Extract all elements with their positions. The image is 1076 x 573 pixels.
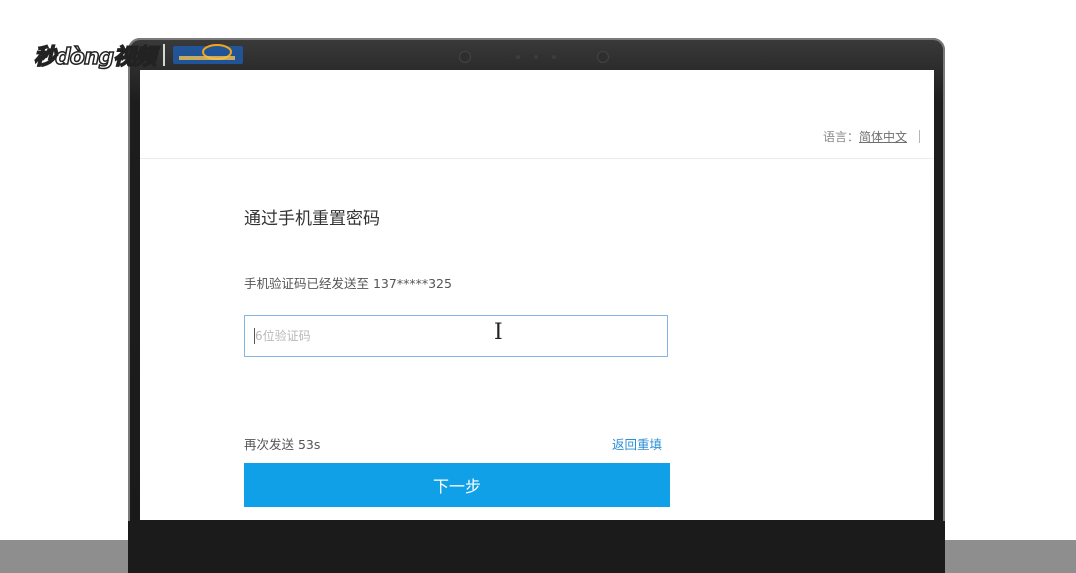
watermark-divider xyxy=(163,44,166,66)
partner-logo-icon xyxy=(173,44,244,64)
camera-dot-icon xyxy=(516,55,520,59)
header-divider xyxy=(919,130,920,143)
text-caret xyxy=(254,328,255,344)
verification-code-input[interactable] xyxy=(244,315,668,357)
video-watermark: 秒dòng视频 xyxy=(33,38,245,72)
language-label: 语言： xyxy=(822,130,859,144)
sensor-icon xyxy=(460,52,470,62)
language-selector: 语言： 简体中文 xyxy=(823,128,920,145)
page-title: 通过手机重置密码 xyxy=(244,209,380,229)
back-refill-link[interactable]: 返回重填 xyxy=(612,434,662,453)
resend-countdown: 再次发送 53s xyxy=(244,437,321,452)
code-sent-message: 手机验证码已经发送至 137*****325 xyxy=(244,276,452,291)
next-step-button[interactable]: 下一步 xyxy=(244,463,670,507)
ibeam-cursor-icon: I xyxy=(494,320,503,345)
camera-dot-icon xyxy=(552,55,556,59)
page-header: 语言： 简体中文 xyxy=(140,70,934,159)
bottom-bezel xyxy=(128,521,945,573)
watermark-brand: 秒dòng视频 xyxy=(33,44,157,71)
sensor-icon xyxy=(598,52,608,62)
camera-dot-icon xyxy=(534,55,538,59)
browser-screen: 语言： 简体中文 通过手机重置密码 手机验证码已经发送至 137*****325… xyxy=(140,70,934,520)
camera-bar xyxy=(128,38,945,70)
language-link[interactable]: 简体中文 xyxy=(859,128,907,145)
